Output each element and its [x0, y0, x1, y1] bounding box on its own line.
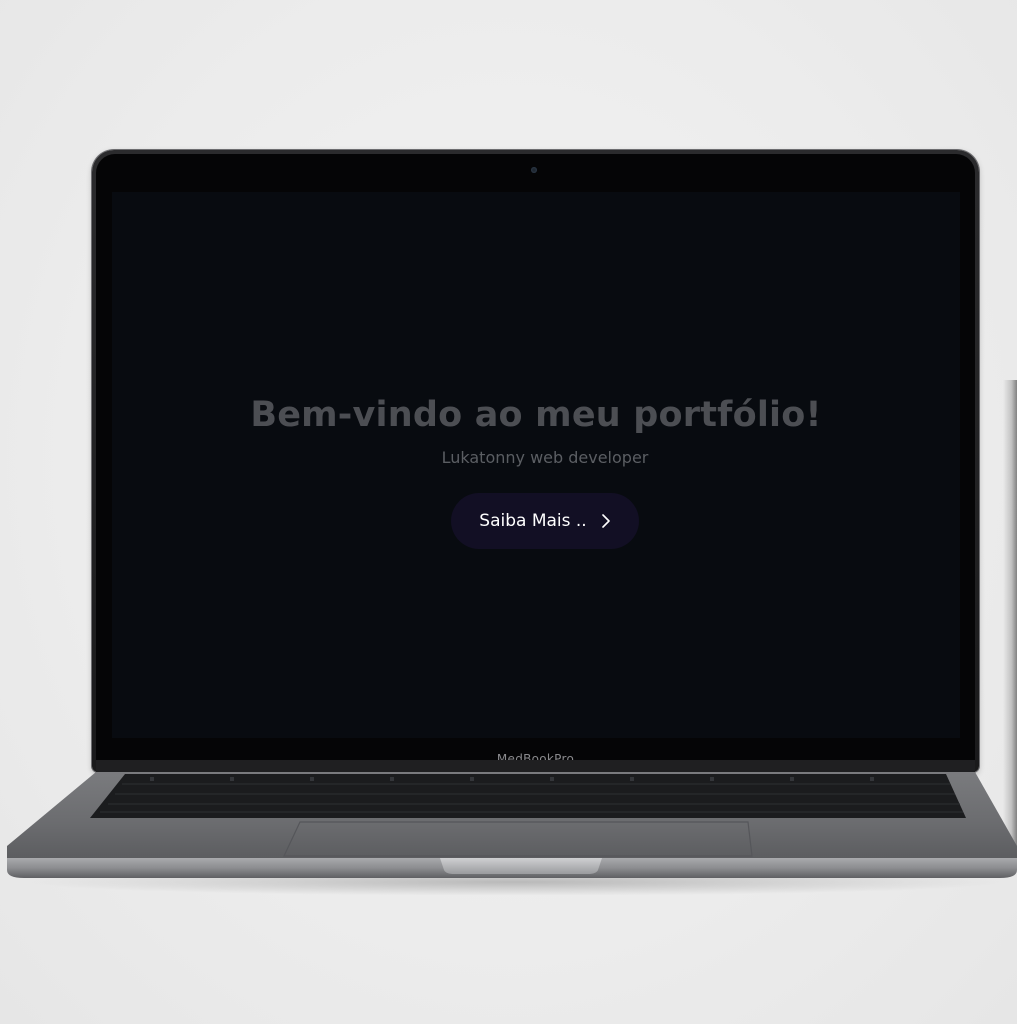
- saiba-mais-label: Saiba Mais ..: [479, 511, 587, 531]
- hinge: [96, 760, 975, 772]
- hero-title: Bem-vindo ao meu portfólio!: [250, 395, 822, 435]
- laptop-base: [7, 760, 1017, 878]
- saiba-mais-button[interactable]: Saiba Mais ..: [451, 493, 639, 549]
- webcam-icon: [531, 167, 537, 173]
- hero-subtitle: Lukatonny web developer: [441, 448, 649, 467]
- lid-notch: [440, 858, 602, 874]
- keyboard: [90, 774, 966, 818]
- laptop-screen: Bem-vindo ao meu portfólio! Lukatonny we…: [112, 192, 960, 738]
- chevron-right-icon: [601, 514, 610, 528]
